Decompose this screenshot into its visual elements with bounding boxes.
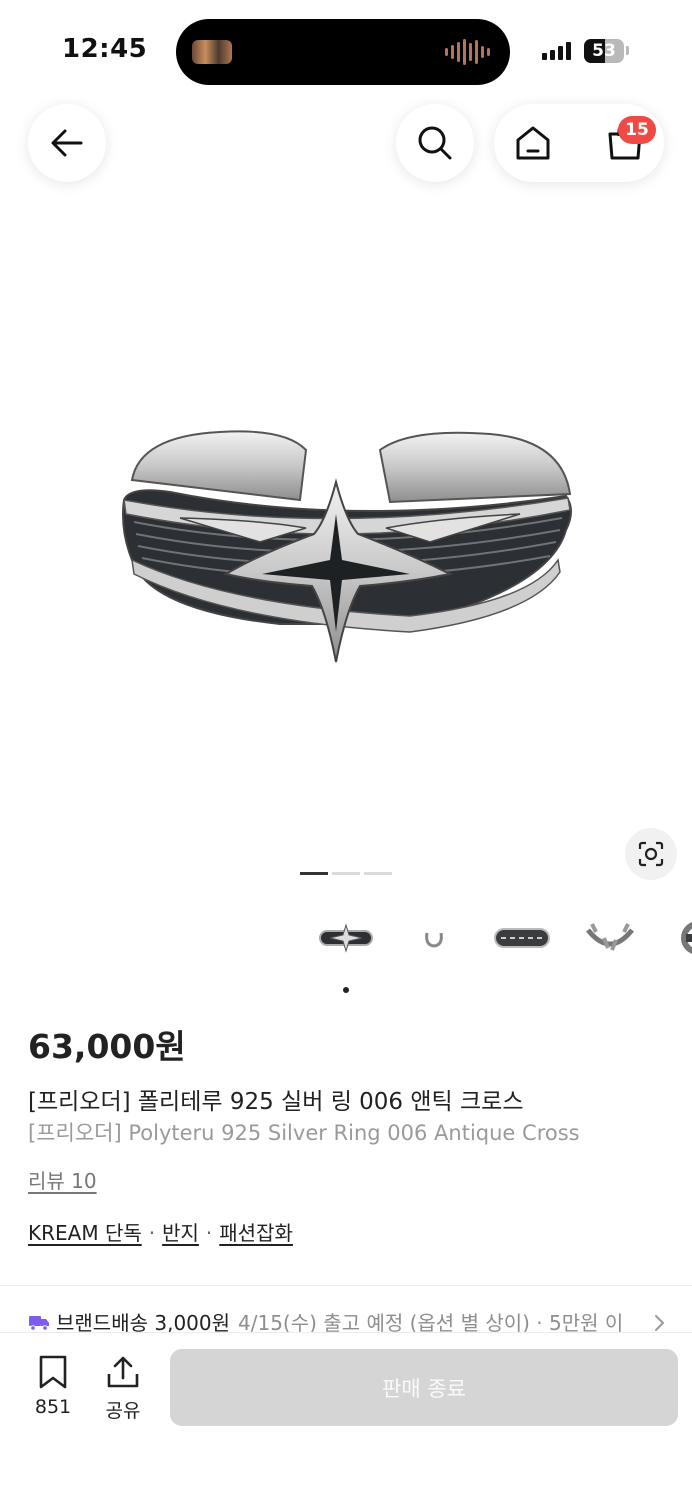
image-search-button[interactable] [625, 828, 677, 880]
search-icon [418, 126, 452, 160]
status-time: 12:45 [62, 34, 148, 64]
save-button[interactable]: 851 [25, 1354, 81, 1418]
tag-ring[interactable]: 반지 [162, 1221, 199, 1245]
cellular-signal-icon [542, 42, 571, 60]
lens-scan-icon [638, 841, 664, 867]
review-count-link[interactable]: 리뷰 10 [28, 1165, 97, 1194]
arrow-left-icon [51, 129, 83, 157]
share-icon [107, 1356, 139, 1388]
delivery-truck-icon [29, 1315, 49, 1331]
selected-thumbnail-indicator [343, 987, 349, 993]
section-divider [0, 1285, 692, 1286]
product-title-english: [프리오더] Polyteru 925 Silver Ring 006 Anti… [28, 1121, 580, 1145]
tag-fashion-accessories[interactable]: 패션잡화 [219, 1221, 293, 1245]
battery-level: 53 [592, 41, 616, 61]
back-button[interactable] [28, 104, 106, 182]
status-bar: 12:45 53 [0, 0, 692, 96]
home-button[interactable] [500, 110, 566, 176]
battery-icon: 53 [584, 39, 624, 63]
product-image[interactable] [110, 410, 582, 672]
save-count: 851 [34, 1396, 72, 1418]
pager-segment [364, 872, 392, 875]
dynamic-island [176, 19, 510, 85]
search-button[interactable] [396, 104, 474, 182]
cart-count-badge: 15 [618, 116, 656, 144]
sold-out-button[interactable]: 판매 종료 [170, 1349, 678, 1426]
bookmark-icon [39, 1355, 67, 1389]
thumbnail-4[interactable] [580, 908, 640, 968]
silver-cross-ring-image [122, 430, 572, 663]
product-tags: KREAM 단독 · 반지 · 패션잡화 [28, 1221, 293, 1245]
product-title-korean: [프리오더] 폴리테루 925 실버 링 006 앤틱 크로스 [28, 1089, 524, 1115]
audio-waveform-icon [445, 38, 490, 66]
tag-kream-exclusive[interactable]: KREAM 단독 [28, 1221, 142, 1245]
thumbnail-5[interactable] [668, 908, 692, 968]
image-pager [300, 872, 392, 875]
pager-segment [300, 872, 328, 875]
chevron-right-icon[interactable] [648, 1312, 670, 1334]
home-icon [516, 126, 550, 160]
thumbnail-2[interactable] [404, 908, 464, 968]
thumbnail-1[interactable] [316, 908, 376, 968]
product-price: 63,000원 [28, 1027, 186, 1066]
pager-segment [332, 872, 360, 875]
thumbnail-3[interactable] [492, 908, 552, 968]
share-button[interactable]: 공유 [95, 1354, 151, 1423]
share-label: 공유 [105, 1400, 141, 1422]
now-playing-artwork [192, 40, 232, 64]
